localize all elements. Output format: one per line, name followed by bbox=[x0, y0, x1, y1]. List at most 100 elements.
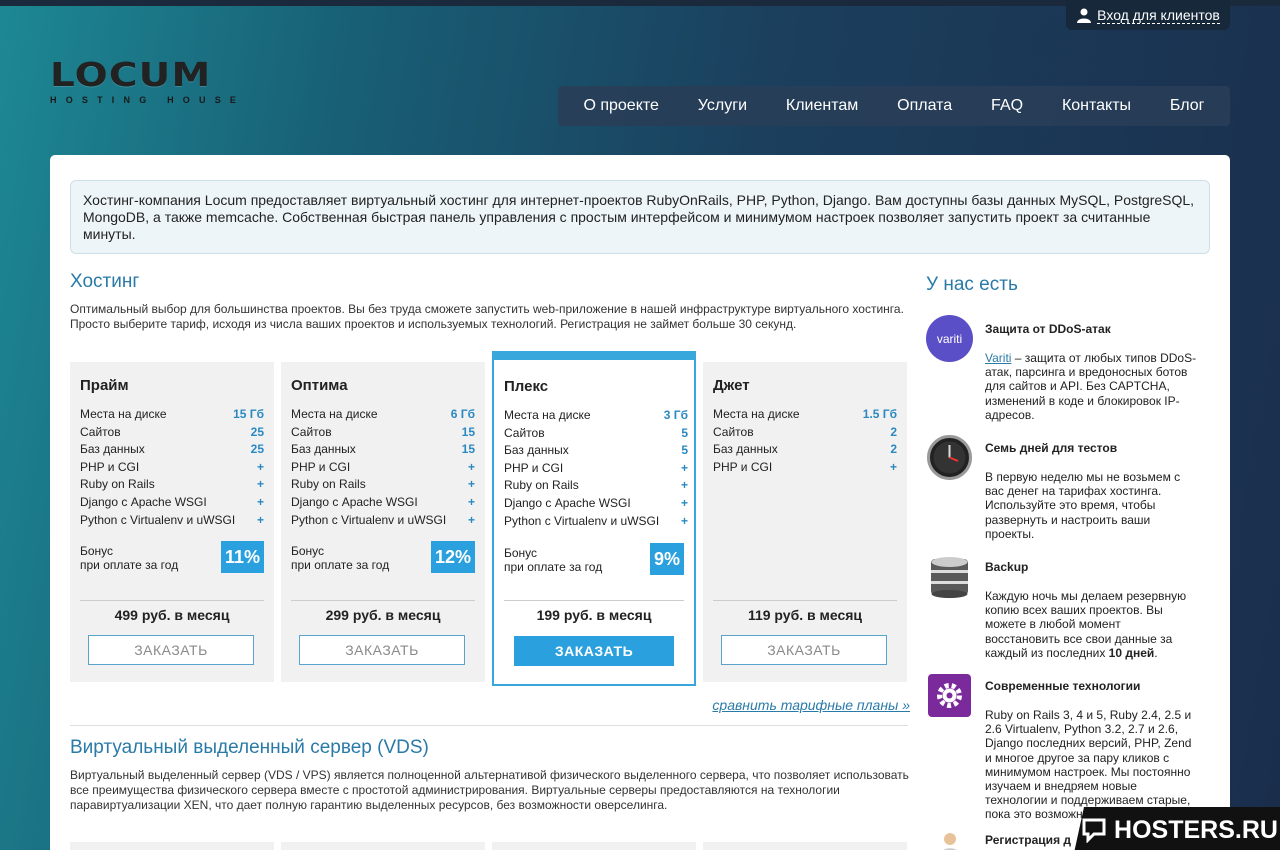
highlight-bar bbox=[494, 351, 694, 360]
feature-label: Ruby on Rails bbox=[80, 477, 155, 492]
vds-description: Виртуальный выделенный сервер (VDS / VPS… bbox=[70, 768, 909, 812]
feature-row: Баз данных 15 bbox=[291, 441, 475, 459]
feature-title: Семь дней для тестов bbox=[985, 441, 1118, 455]
feature-row: Django с Apache WSGI + bbox=[80, 494, 264, 512]
feature-label: Места на диске bbox=[504, 408, 591, 422]
feature-value: + bbox=[680, 513, 688, 528]
bonus-text: Бонус при оплате за год bbox=[80, 544, 178, 572]
nav-item-clients[interactable]: Клиентам bbox=[786, 97, 858, 115]
variti-logo-icon: variti bbox=[926, 315, 973, 362]
nav-item-services[interactable]: Услуги bbox=[698, 97, 747, 115]
plan-features: Места на диске 3 Гб Сайтов 5 Баз данных 5 P… bbox=[504, 407, 688, 530]
client-login-button[interactable]: Вход для клиентов bbox=[1066, 0, 1230, 30]
order-button[interactable]: ЗАКАЗАТЬ bbox=[299, 635, 465, 665]
feature-row: Python с Virtualenv и uWSGI + bbox=[504, 513, 688, 531]
vds-heading: Виртуальный выделенный сервер (VDS) bbox=[70, 737, 429, 758]
feature-row: Django с Apache WSGI + bbox=[291, 494, 475, 512]
main-content: Хостинг-компания Locum предоставляет вир… bbox=[50, 155, 1230, 850]
plan-price: 499 руб. в месяц bbox=[114, 607, 230, 623]
feature-row: Места на диске 15 Гб bbox=[80, 406, 264, 424]
nav-item-payment[interactable]: Оплата bbox=[897, 97, 952, 115]
vds-card bbox=[70, 842, 274, 850]
feature-row: Django с Apache WSGI + bbox=[504, 495, 688, 513]
plan-features: Места на диске 6 Гб Сайтов 15 Баз данных 15… bbox=[291, 406, 475, 529]
feature-row: Python с Virtualenv и uWSGI + bbox=[80, 512, 264, 530]
bonus-condition: при оплате за год bbox=[80, 558, 179, 572]
feature-row: PHP и CGI + bbox=[504, 460, 688, 478]
feature-value: 5 bbox=[681, 443, 688, 458]
feature-label: PHP и CGI bbox=[291, 459, 351, 474]
feature-value: 2 bbox=[890, 442, 897, 457]
vds-card bbox=[281, 842, 485, 850]
bonus-condition: при оплате за год bbox=[504, 560, 603, 574]
feature-value: + bbox=[256, 459, 264, 474]
feature-row: Места на диске 6 Гб bbox=[291, 406, 475, 424]
feature-label: Python с Virtualenv и uWSGI bbox=[291, 512, 447, 527]
logo-tagline: HOSTING HOUSE bbox=[50, 95, 246, 105]
plan-card-prime: Прайм Места на диске 15 Гб Сайтов 25 Баз д… bbox=[70, 362, 274, 682]
locum-logo[interactable]: LOCUM HOSTING HOUSE bbox=[50, 58, 270, 110]
feature-label: Баз данных bbox=[291, 442, 356, 457]
order-button[interactable]: ЗАКАЗАТЬ bbox=[721, 635, 887, 665]
feature-row: Сайтов 5 bbox=[504, 425, 688, 443]
feature-row: Ruby on Rails + bbox=[504, 477, 688, 495]
feature-label: Места на диске bbox=[291, 407, 378, 421]
nav-item-blog[interactable]: Блог bbox=[1170, 97, 1205, 115]
plan-features: Места на диске 15 Гб Сайтов 25 Баз данных 2… bbox=[80, 406, 264, 529]
feature-label: Django с Apache WSGI bbox=[291, 494, 418, 509]
nav-item-faq[interactable]: FAQ bbox=[991, 97, 1023, 115]
feature-title: Современные технологии bbox=[985, 679, 1141, 693]
nav-item-about[interactable]: О проекте bbox=[583, 97, 658, 115]
feature-label: PHP и CGI bbox=[80, 459, 140, 474]
variti-link[interactable]: Variti bbox=[985, 351, 1011, 365]
nav-item-contacts[interactable]: Контакты bbox=[1062, 97, 1131, 115]
plan-card-jet: Джет Места на диске 1.5 Гб Сайтов 2 Баз да… bbox=[703, 362, 907, 682]
feature-value: 25 bbox=[250, 442, 264, 457]
feature-value: 3 Гб bbox=[663, 408, 688, 422]
feature-label: Ruby on Rails bbox=[291, 477, 366, 492]
order-button[interactable]: ЗАКАЗАТЬ bbox=[88, 635, 254, 665]
feature-ddos: variti Защита от DDoS-атак Variti – защи… bbox=[926, 315, 1216, 425]
feature-label: Django с Apache WSGI bbox=[504, 495, 631, 510]
feature-backup: Backup Каждую ночь мы делаем резервную к… bbox=[926, 553, 1216, 663]
watermark-text: HOSTERS.RU bbox=[1114, 815, 1278, 844]
bonus-condition: при оплате за год bbox=[291, 558, 390, 572]
gear-icon bbox=[928, 674, 971, 717]
feature-row: Сайтов 2 bbox=[713, 424, 897, 442]
feature-label: Баз данных bbox=[713, 442, 778, 457]
bonus-label: Бонус bbox=[291, 544, 325, 558]
feature-text: Variti – защита от любых типов DDoS-атак… bbox=[985, 351, 1197, 422]
bonus-text: Бонус при оплате за год bbox=[291, 544, 389, 572]
feature-title: Защита от DDoS-атак bbox=[985, 322, 1111, 336]
hosters-watermark: HOSTERS.RU bbox=[1074, 807, 1280, 850]
feature-label: PHP и CGI bbox=[504, 460, 564, 475]
divider bbox=[713, 600, 897, 601]
feature-value: + bbox=[467, 477, 475, 492]
feature-text: Каждую ночь мы делаем резервную копию вс… bbox=[985, 589, 1197, 660]
clock-icon bbox=[927, 435, 972, 480]
feature-label: Ruby on Rails bbox=[504, 478, 579, 493]
feature-row: Python с Virtualenv и uWSGI + bbox=[291, 512, 475, 530]
feature-label: Места на диске bbox=[80, 407, 167, 421]
discount-badge: 12% bbox=[430, 541, 475, 573]
section-divider bbox=[70, 725, 908, 726]
feature-value: 1.5 Гб bbox=[862, 407, 897, 421]
feature-value: + bbox=[256, 512, 264, 527]
plan-name: Плекс bbox=[504, 378, 549, 395]
compare-plans-link[interactable]: сравнить тарифные планы » bbox=[712, 697, 910, 713]
feature-value: 2 bbox=[890, 424, 897, 439]
plan-name: Оптима bbox=[291, 377, 348, 394]
divider bbox=[80, 600, 264, 601]
feature-label: Python с Virtualenv и uWSGI bbox=[80, 512, 236, 527]
database-icon bbox=[931, 557, 968, 598]
plan-price: 199 руб. в месяц bbox=[536, 607, 652, 623]
feature-label: Места на диске bbox=[713, 407, 800, 421]
feature-value: 15 bbox=[461, 442, 475, 457]
feature-value: + bbox=[256, 477, 264, 492]
main-nav: О проекте Услуги Клиентам Оплата FAQ Кон… bbox=[558, 86, 1230, 126]
order-button[interactable]: ЗАКАЗАТЬ bbox=[514, 636, 674, 666]
feature-title: Backup bbox=[985, 560, 1029, 574]
feature-row: Места на диске 1.5 Гб bbox=[713, 406, 897, 424]
feature-label: Сайтов bbox=[291, 424, 332, 439]
feature-row: Баз данных 2 bbox=[713, 441, 897, 459]
